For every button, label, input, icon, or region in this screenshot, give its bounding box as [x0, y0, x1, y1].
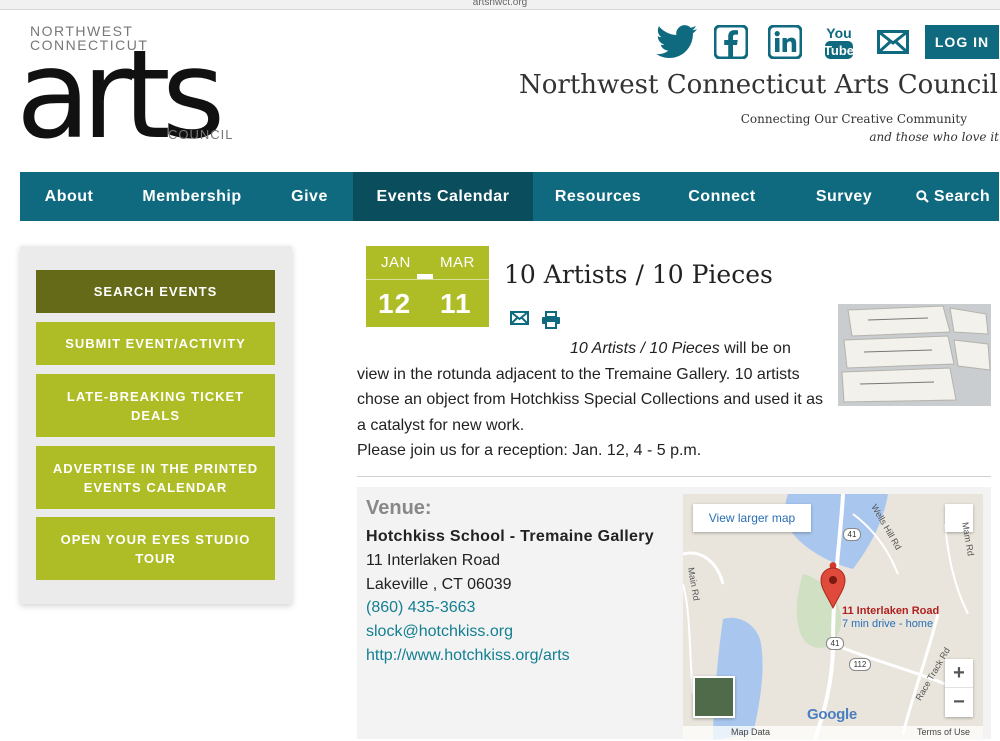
search-events-button[interactable]: SEARCH EVENTS	[36, 270, 275, 313]
event-actions	[510, 311, 561, 329]
route-shield: 41	[843, 528, 861, 541]
nav-item-resources[interactable]: Resources	[533, 172, 663, 221]
login-button[interactable]: LOG IN	[925, 25, 999, 59]
venue-label: Venue:	[366, 497, 432, 519]
nav-item-membership[interactable]: Membership	[118, 172, 266, 221]
date-range-dash	[417, 274, 433, 279]
venue-phone-link[interactable]: (860) 435-3663	[366, 599, 475, 617]
zoom-controls: + −	[945, 659, 973, 717]
email-icon[interactable]	[866, 22, 920, 62]
site-logo[interactable]: NORTHWEST CONNECTICUT arts COUNCIL	[16, 24, 265, 166]
twitter-icon[interactable]	[650, 22, 704, 62]
event-description: 10 Artists / 10 Pieces will be on view i…	[357, 336, 827, 464]
youtube-label-top: You	[826, 25, 851, 41]
email-share-icon[interactable]	[510, 311, 529, 325]
map-marker-title: 11 Interlaken Road	[842, 605, 940, 617]
venue-city: Lakeville , CT 06039	[366, 576, 512, 593]
advertise-button[interactable]: ADVERTISE IN THE PRINTED EVENTS CALENDAR	[36, 446, 275, 509]
date-divider	[366, 279, 489, 280]
nav-item-search[interactable]: Search	[907, 172, 999, 221]
venue-email-link[interactable]: slock@hotchkiss.org	[366, 623, 513, 641]
route-shield: 112	[849, 658, 871, 671]
url-text: artsnwct.org	[472, 0, 528, 8]
youtube-label-bottom: Tube	[824, 43, 854, 58]
venue-website-link[interactable]: http://www.hotchkiss.org/arts	[366, 647, 570, 665]
sidebar: SEARCH EVENTS SUBMIT EVENT/ACTIVITY LATE…	[20, 246, 292, 604]
venue-street: 11 Interlaken Road	[366, 552, 501, 569]
satellite-toggle[interactable]	[693, 676, 735, 718]
end-day: 11	[440, 288, 472, 319]
submit-event-button[interactable]: SUBMIT EVENT/ACTIVITY	[36, 322, 275, 365]
logo-bottom-text: COUNCIL	[168, 127, 234, 142]
terms-of-use-link[interactable]: Terms of Use	[917, 727, 970, 737]
google-logo: Google	[807, 706, 857, 723]
route-shield: 41	[826, 637, 844, 650]
venue-name: Hotchkiss School - Tremaine Gallery	[366, 528, 654, 545]
start-month: JAN	[381, 254, 411, 271]
start-day: 12	[378, 288, 412, 319]
nav-item-about[interactable]: About	[20, 172, 118, 221]
site-title: Northwest Connecticut Arts Council	[519, 70, 998, 100]
ticket-deals-button[interactable]: LATE-BREAKING TICKET DEALS	[36, 374, 275, 437]
youtube-icon[interactable]: You Tube	[812, 22, 866, 62]
tagline-line1: Connecting Our Creative Community	[740, 112, 967, 126]
event-title: 10 Artists / 10 Pieces	[504, 260, 773, 289]
nav-item-survey[interactable]: Survey	[781, 172, 907, 221]
tagline-line2: and those who love it	[869, 130, 999, 144]
event-image	[838, 304, 991, 406]
nav-search-label: Search	[933, 187, 991, 205]
venue-map[interactable]: View larger map 11 Interlaken Road 7 min…	[683, 494, 983, 740]
nav-item-connect[interactable]: Connect	[663, 172, 781, 221]
print-icon[interactable]	[541, 311, 561, 329]
zoom-out-button[interactable]: −	[945, 688, 973, 717]
studio-tour-button[interactable]: OPEN YOUR EYES STUDIO TOUR	[36, 517, 275, 580]
nav-item-give[interactable]: Give	[266, 172, 353, 221]
linkedin-icon[interactable]	[758, 22, 812, 62]
map-footer: Map Data Terms of Use	[683, 726, 983, 740]
end-month: MAR	[440, 254, 475, 271]
event-date-badge: JAN MAR 12 11	[366, 246, 489, 327]
description-reception: Please join us for a reception: Jan. 12,…	[357, 442, 702, 459]
main-nav: About Membership Give Events Calendar Re…	[20, 172, 999, 221]
nav-item-events-calendar[interactable]: Events Calendar	[353, 172, 533, 221]
section-divider	[357, 476, 991, 477]
zoom-in-button[interactable]: +	[945, 659, 973, 688]
social-icons: You Tube	[650, 22, 920, 62]
facebook-icon[interactable]	[704, 22, 758, 62]
map-marker-subtitle[interactable]: 7 min drive - home	[842, 618, 933, 630]
search-icon	[916, 190, 929, 203]
browser-url-bar: artsnwct.org	[0, 0, 1000, 10]
map-data-link[interactable]: Map Data	[731, 727, 770, 737]
view-larger-map-link[interactable]: View larger map	[693, 504, 811, 532]
description-italic-title: 10 Artists / 10 Pieces	[570, 340, 720, 357]
